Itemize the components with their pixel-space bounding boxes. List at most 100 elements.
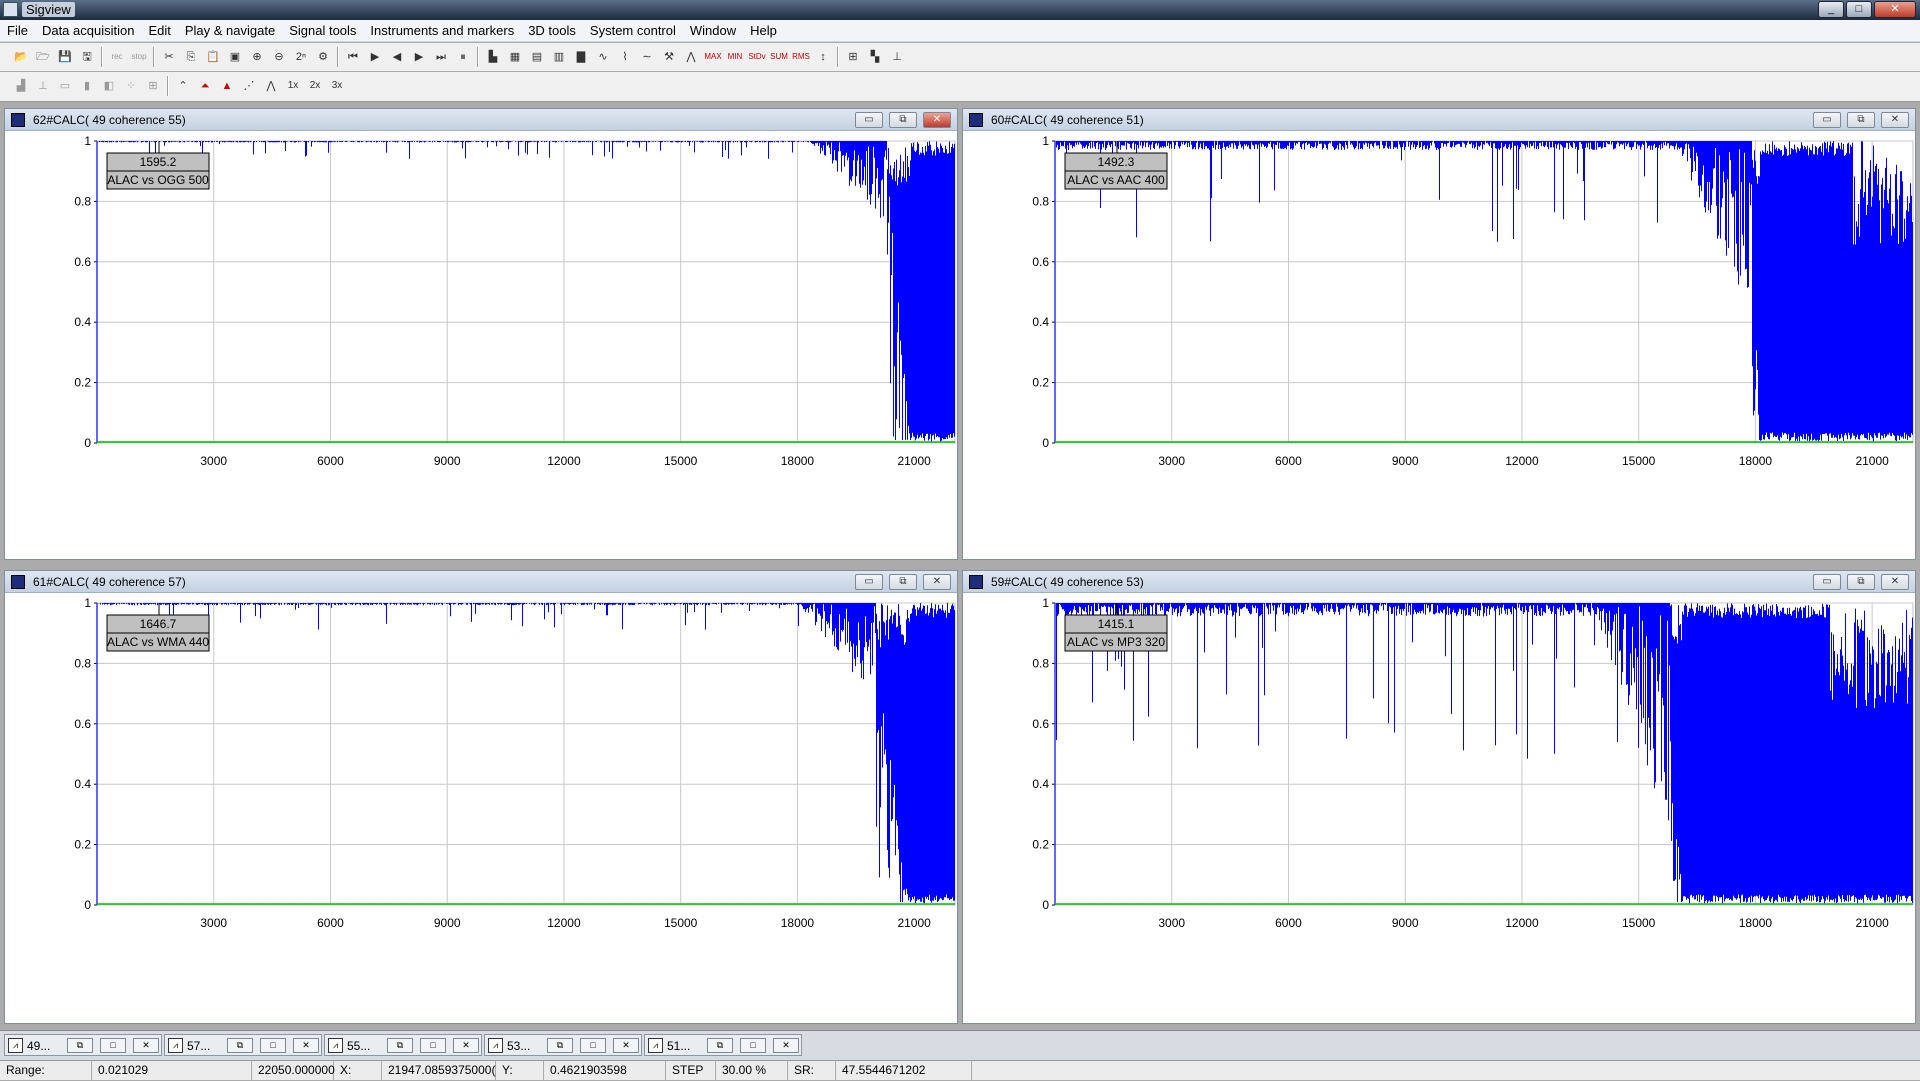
dots-line-icon[interactable]: ⋰ bbox=[240, 77, 258, 95]
minimized-window[interactable]: ⩘ 57... ⧉ □ ✕ bbox=[164, 1034, 322, 1056]
min-icon[interactable]: MIN bbox=[726, 48, 744, 66]
peak-red-icon[interactable]: ⏶ bbox=[196, 77, 214, 95]
minimized-window[interactable]: ⩘ 55... ⧉ □ ✕ bbox=[324, 1034, 482, 1056]
menu-system-control[interactable]: System control bbox=[583, 20, 683, 38]
mix-icon[interactable]: ⁘ bbox=[122, 77, 140, 95]
peak-icon[interactable]: ⋀ bbox=[682, 48, 700, 66]
minimize-button[interactable]: ▭ bbox=[855, 574, 883, 590]
play-icon[interactable]: ▶ bbox=[366, 48, 384, 66]
restore-button[interactable]: ⧉ bbox=[1847, 112, 1875, 128]
restore-button[interactable]: ⧉ bbox=[707, 1038, 733, 1053]
close-button[interactable]: ✕ bbox=[923, 112, 951, 128]
maximize-button[interactable]: □ bbox=[420, 1038, 446, 1053]
chart-window-mp3[interactable]: 59#CALC( 49 coherence 53) ▭ ⧉ ✕ 3000 6000… bbox=[962, 570, 1916, 1024]
bars-icon[interactable]: ▭ bbox=[56, 77, 74, 95]
menu-help[interactable]: Help bbox=[743, 20, 784, 38]
peak-fill-icon[interactable]: ▲ bbox=[218, 77, 236, 95]
split-icon[interactable]: ◧ bbox=[100, 77, 118, 95]
layout-3-icon[interactable]: ⊥ bbox=[888, 48, 906, 66]
layout-1-icon[interactable]: ⊞ bbox=[844, 48, 862, 66]
menu-play-navigate[interactable]: Play & navigate bbox=[178, 20, 282, 38]
grid-icon[interactable]: ⊞ bbox=[144, 77, 162, 95]
minimized-window[interactable]: ⩘ 51... ⧉ □ ✕ bbox=[644, 1034, 802, 1056]
maximize-button[interactable]: □ bbox=[580, 1038, 606, 1053]
settings-icon[interactable]: ⚙ bbox=[314, 48, 332, 66]
save-icon[interactable]: 💾 bbox=[56, 48, 74, 66]
close-button[interactable]: ✕ bbox=[133, 1038, 159, 1053]
peak-line-icon[interactable]: ⌃ bbox=[174, 77, 192, 95]
restore-button[interactable]: ⧉ bbox=[67, 1038, 93, 1053]
restore-button[interactable]: ⧉ bbox=[387, 1038, 413, 1053]
chart-window-wma[interactable]: 61#CALC( 49 coherence 57) ▭ ⧉ ✕ 3000 6000… bbox=[4, 570, 958, 1024]
zoom-x1-button[interactable]: 1x bbox=[284, 77, 302, 95]
zoom-x3-button[interactable]: 3x bbox=[328, 77, 346, 95]
cut-icon[interactable]: ✂ bbox=[160, 48, 178, 66]
minimize-button[interactable]: ▭ bbox=[855, 112, 883, 128]
maximize-button[interactable]: □ bbox=[260, 1038, 286, 1053]
stdev-icon[interactable]: StDv bbox=[748, 48, 766, 66]
restore-button[interactable]: ⧉ bbox=[547, 1038, 573, 1053]
close-button[interactable]: ✕ bbox=[773, 1038, 799, 1053]
restore-button[interactable]: ⧉ bbox=[889, 112, 917, 128]
menu-file[interactable]: File bbox=[0, 20, 35, 38]
chart-window-ogg[interactable]: 62#CALC( 49 coherence 55) ▭ ⧉ ✕ 3000 6000… bbox=[4, 108, 958, 560]
restore-button[interactable]: ⧉ bbox=[227, 1038, 253, 1053]
calculator-icon[interactable]: ▤ bbox=[528, 48, 546, 66]
zoom-out-icon[interactable]: ⊖ bbox=[270, 48, 288, 66]
spectrum-icon[interactable]: ▙ bbox=[484, 48, 502, 66]
pause-icon[interactable]: ⏸ bbox=[454, 48, 472, 66]
tools-icon[interactable]: ⚒ bbox=[660, 48, 678, 66]
close-button[interactable]: ✕ bbox=[1881, 574, 1909, 590]
menu-signal-tools[interactable]: Signal tools bbox=[282, 20, 363, 38]
menu-instruments-markers[interactable]: Instruments and markers bbox=[363, 20, 521, 38]
minimized-window[interactable]: ⩘ 49... ⧉ □ ✕ bbox=[4, 1034, 162, 1056]
sum-icon[interactable]: SUM bbox=[770, 48, 788, 66]
copy-icon[interactable]: ⎘ bbox=[182, 48, 200, 66]
next-marker-icon[interactable]: ▶ bbox=[410, 48, 428, 66]
menu-edit[interactable]: Edit bbox=[141, 20, 177, 38]
open-all-icon[interactable]: 🗁 bbox=[34, 48, 52, 66]
layout-2-icon[interactable]: ▚ bbox=[866, 48, 884, 66]
coherence-plot[interactable]: 3000 6000 9000 12000 15000 18000 21000 1 0.8 0.6 0… bbox=[5, 593, 959, 1023]
open-icon[interactable]: 📂 bbox=[12, 48, 30, 66]
coherence-plot[interactable]: 3000 6000 9000 12000 15000 18000 21000 1 0.8 0.6 0… bbox=[963, 593, 1917, 1023]
minimize-button[interactable]: ▭ bbox=[1813, 574, 1841, 590]
prev-marker-icon[interactable]: ◀ bbox=[388, 48, 406, 66]
close-button[interactable]: ✕ bbox=[613, 1038, 639, 1053]
close-button[interactable]: ✕ bbox=[1881, 112, 1909, 128]
2n-icon[interactable]: 2ⁿ bbox=[292, 48, 310, 66]
bars-icon[interactable]: ▇ bbox=[572, 48, 590, 66]
menu-window[interactable]: Window bbox=[683, 20, 743, 38]
restore-button[interactable]: ⧉ bbox=[889, 574, 917, 590]
steps-icon[interactable]: ▮ bbox=[78, 77, 96, 95]
filter-icon[interactable]: ⌇ bbox=[616, 48, 634, 66]
restore-button[interactable]: ⧉ bbox=[1847, 574, 1875, 590]
histogram-icon[interactable]: ▥ bbox=[550, 48, 568, 66]
coherence-plot[interactable]: 3000 6000 9000 12000 15000 18000 21000 1 0.8 0.6 0… bbox=[5, 131, 959, 559]
zoom-in-icon[interactable]: ⊕ bbox=[248, 48, 266, 66]
rec-stop-icon[interactable]: stop bbox=[130, 48, 148, 66]
save-as-icon[interactable]: 🖫 bbox=[78, 48, 96, 66]
close-button[interactable]: ✕ bbox=[453, 1038, 479, 1053]
paste-icon[interactable]: 📋 bbox=[204, 48, 222, 66]
rms-icon[interactable]: RMS bbox=[792, 48, 810, 66]
dots-icon[interactable]: ⊥ bbox=[34, 77, 52, 95]
close-button[interactable]: ✕ bbox=[1874, 1, 1916, 18]
menu-data-acquisition[interactable]: Data acquisition bbox=[35, 20, 142, 38]
spectrogram-icon[interactable]: ▦ bbox=[506, 48, 524, 66]
minimize-button[interactable]: ▭ bbox=[1813, 112, 1841, 128]
peak-dash-icon[interactable]: ⋀ bbox=[262, 77, 280, 95]
first-icon[interactable]: ⏮ bbox=[344, 48, 362, 66]
maximize-button[interactable]: □ bbox=[1846, 1, 1872, 18]
maximize-button[interactable]: □ bbox=[740, 1038, 766, 1053]
rec-icon[interactable]: rec bbox=[108, 48, 126, 66]
wave-icon[interactable]: ∿ bbox=[594, 48, 612, 66]
chart-window-aac[interactable]: 60#CALC( 49 coherence 51) ▭ ⧉ ✕ 3000 6000… bbox=[962, 108, 1916, 560]
minimize-button[interactable]: _ bbox=[1818, 1, 1844, 18]
minimized-window[interactable]: ⩘ 53... ⧉ □ ✕ bbox=[484, 1034, 642, 1056]
max-icon[interactable]: MAX bbox=[704, 48, 722, 66]
line-style-icon[interactable]: ▟ bbox=[12, 77, 30, 95]
close-button[interactable]: ✕ bbox=[293, 1038, 319, 1053]
close-button[interactable]: ✕ bbox=[923, 574, 951, 590]
zoom-x2-button[interactable]: 2x bbox=[306, 77, 324, 95]
